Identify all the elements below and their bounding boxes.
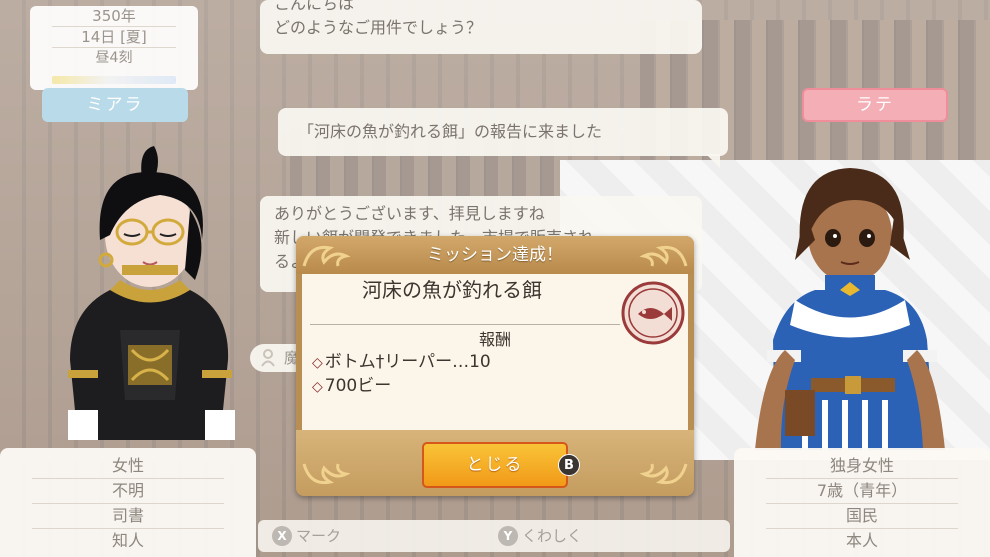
dialog-body: 河床の魚が釣れる餌 報酬 ◇ ボトム†リーパー…10 ◇ 700ビー (302, 274, 688, 430)
hint-mark[interactable]: X マーク (272, 520, 341, 552)
character-miara (68, 146, 235, 440)
date-panel: 350年 14日 [夏] 昼4刻 (30, 6, 198, 90)
info-right-status: 独身女性 (766, 454, 958, 479)
ornament-bottom-right-icon (639, 463, 688, 485)
speech-bubble-2: 「河床の魚が釣れる餌」の報告に来ました (278, 108, 728, 168)
reward-text: 700ビー (324, 376, 392, 396)
diamond-bullet-icon: ◇ (312, 379, 323, 395)
character-rate (755, 168, 945, 450)
name-tag-right: ラテ (802, 88, 948, 122)
info-left-occupation: 司書 (32, 504, 224, 529)
info-panel-right: 独身女性 7歳（青年） 国民 本人 (734, 448, 990, 557)
date-year: 350年 (92, 7, 136, 25)
info-right-age: 7歳（青年） (766, 479, 958, 504)
info-left-age: 不明 (32, 479, 224, 504)
hint-mark-label: マーク (296, 527, 342, 545)
info-right-citizenship: 国民 (766, 504, 958, 529)
b-button-icon: B (558, 454, 580, 476)
mission-complete-dialog: ミッション達成！ 河床の魚が釣れる餌 報酬 ◇ ボトム†リーパー…10 ◇ 700ビ… (296, 236, 694, 496)
diamond-bullet-icon: ◇ (312, 355, 323, 371)
info-left-gender: 女性 (32, 454, 224, 479)
person-icon (261, 349, 275, 367)
bubble-text: 「河床の魚が釣れる餌」の報告に来ました (298, 122, 603, 141)
bubble-text: こんにちは (274, 0, 355, 13)
info-right-relation: 本人 (845, 531, 878, 550)
divider (310, 324, 620, 325)
date-time: 昼4刻 (95, 50, 133, 66)
time-of-day-bar (52, 76, 176, 84)
bubble-text: ありがとうございます、拝見しますね (274, 204, 545, 223)
date-day: 14日 [夏] (81, 28, 147, 46)
mission-title: 河床の魚が釣れる餌 (362, 278, 542, 302)
bubble-text: どのようなご用件でしょう？ (274, 18, 483, 37)
hint-details-label: くわしく (522, 527, 583, 545)
reward-item-1: ◇ ボトム†リーパー…10 (312, 350, 491, 375)
speech-bubble-1: こんにちは どのようなご用件でしょう？ (260, 0, 702, 54)
reward-text: ボトム†リーパー…10 (324, 352, 491, 372)
name-tag-left: ミアラ (42, 88, 188, 122)
y-button-icon: Y (498, 526, 518, 546)
close-button[interactable]: とじる (422, 442, 568, 488)
ornament-top-right-icon (639, 245, 688, 267)
hint-details[interactable]: Y くわしく (498, 520, 582, 552)
ornament-bottom-left-icon (302, 463, 351, 485)
button-hint-bar: X マーク Y くわしく (258, 520, 730, 552)
ornament-top-left-icon (302, 245, 351, 267)
x-button-icon: X (272, 526, 292, 546)
info-panel-left: 女性 不明 司書 知人 (0, 448, 256, 557)
reward-item-2: ◇ 700ビー (312, 374, 391, 399)
reward-heading: 報酬 (478, 330, 511, 349)
info-left-relation: 知人 (111, 531, 144, 550)
